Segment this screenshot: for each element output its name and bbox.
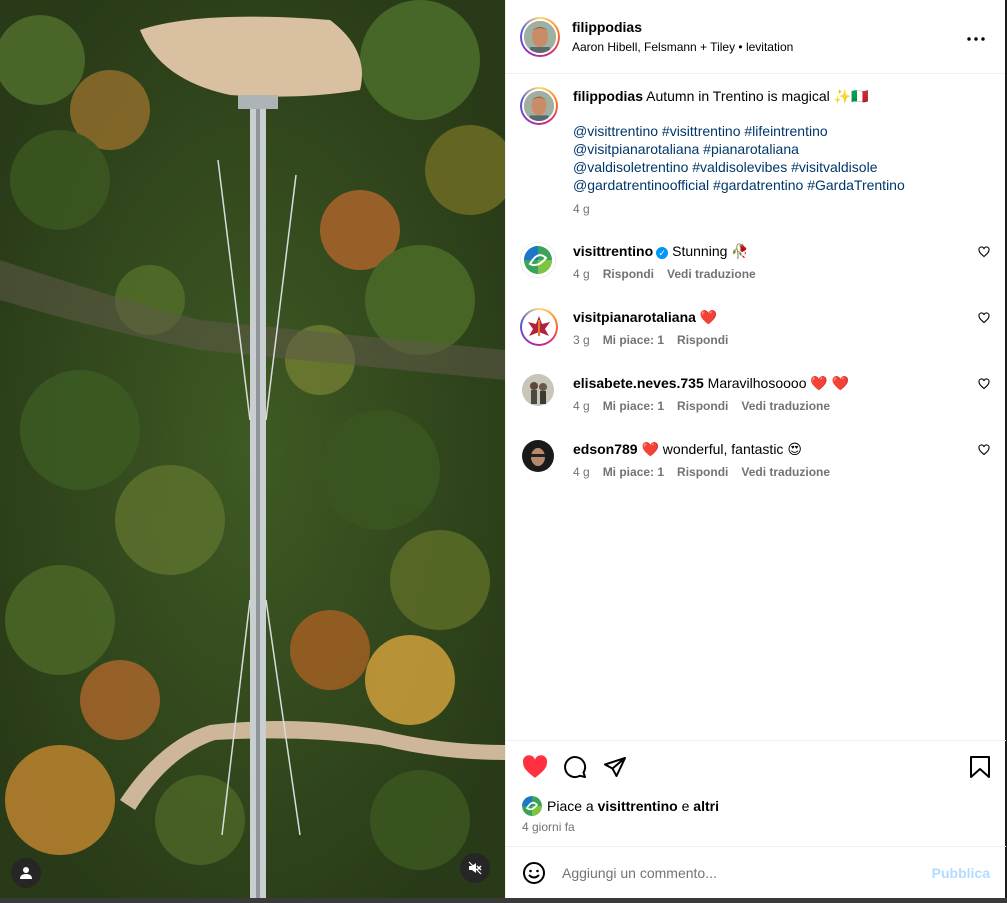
comment-time[interactable]: 4 g [573, 465, 590, 479]
likes-others-link[interactable]: altri [693, 798, 719, 814]
post-details-panel: filippodias Aaron Hibell, Felsmann + Til… [505, 0, 1006, 898]
hashtag-line[interactable]: @valdisoletrentino #valdisolevibes #visi… [573, 158, 990, 176]
share-paper-plane-icon[interactable] [603, 755, 627, 779]
publish-comment-button[interactable]: Pubblica [932, 865, 990, 881]
author-photo [524, 91, 554, 121]
caption-text: Autumn in Trentino is magical ✨🇮🇹 [646, 88, 869, 104]
like-comment-heart-icon[interactable] [978, 378, 990, 390]
aerial-bridge-image [0, 0, 505, 898]
see-translation-button[interactable]: Vedi traduzione [667, 267, 756, 281]
comment-bubble-icon[interactable] [563, 755, 587, 779]
comment-item: visittrentino ✓ Stunning 🥀 4 g Rispondi Ve… [520, 242, 990, 281]
more-horizontal-icon [967, 37, 985, 41]
commenter-photo [522, 440, 554, 472]
comment-like-count[interactable]: Mi piace: 1 [603, 333, 664, 347]
hashtag-line[interactable]: @visitpianarotaliana #pianarotaliana [573, 140, 990, 158]
likes-joiner: e [681, 798, 690, 814]
save-bookmark-icon[interactable] [969, 755, 991, 779]
like-comment-heart-icon[interactable] [978, 444, 990, 456]
author-photo [524, 20, 556, 53]
mute-button[interactable] [460, 853, 490, 883]
post-modal: filippodias Aaron Hibell, Felsmann + Til… [0, 0, 1007, 903]
caption-time[interactable]: 4 g [573, 202, 590, 216]
comment-like-count[interactable]: Mi piace: 1 [603, 465, 664, 479]
add-comment-input[interactable] [562, 864, 932, 881]
post-header: filippodias Aaron Hibell, Felsmann + Til… [506, 0, 1005, 74]
speaker-muted-icon [468, 861, 482, 875]
commenter-avatar[interactable] [520, 242, 556, 278]
verified-badge-icon: ✓ [656, 247, 669, 259]
likes-prefix: Piace a [547, 798, 594, 814]
visittrentino-logo [520, 242, 556, 278]
likes-summary: Piace a visittrentino e altri [522, 796, 719, 816]
tagged-users-button[interactable] [11, 858, 41, 888]
author-avatar[interactable] [520, 16, 560, 57]
comment-text: ❤️ wonderful, fantastic 😍 [641, 441, 802, 457]
comment-time[interactable]: 3 g [573, 333, 590, 347]
audio-track-link[interactable]: Aaron Hibell, Felsmann + Tiley • levitat… [572, 39, 793, 55]
comment-text: Stunning 🥀 [672, 243, 749, 259]
commenter-photo [522, 374, 554, 406]
likes-user-link[interactable]: visittrentino [598, 798, 678, 814]
comment-username[interactable]: visitpianarotaliana [573, 309, 696, 325]
pianarotaliana-logo [528, 316, 550, 336]
post-video[interactable] [0, 0, 505, 898]
hashtag-line[interactable]: @gardatrentinoofficial #gardatrentino #G… [573, 176, 990, 194]
comment-item: elisabete.neves.735 Maravilhosoooo ❤️ ❤️… [520, 374, 990, 413]
visittrentino-logo [522, 796, 542, 816]
see-translation-button[interactable]: Vedi traduzione [741, 399, 830, 413]
comment-item: visitpianarotaliana ❤️ 3 g Mi piace: 1 R… [520, 308, 990, 347]
reply-button[interactable]: Rispondi [603, 267, 654, 281]
caption-username[interactable]: filippodias [573, 88, 643, 104]
caption: filippodias Autumn in Trentino is magica… [520, 87, 990, 216]
comment-time[interactable]: 4 g [573, 267, 590, 281]
comment-like-count[interactable]: Mi piace: 1 [603, 399, 664, 413]
reply-button[interactable]: Rispondi [677, 399, 728, 413]
comment-username[interactable]: edson789 [573, 441, 638, 457]
background-strip [0, 898, 1007, 903]
like-comment-heart-icon[interactable] [978, 246, 990, 258]
author-username[interactable]: filippodias [572, 18, 793, 36]
like-comment-heart-icon[interactable] [978, 312, 990, 324]
reply-button[interactable]: Rispondi [677, 333, 728, 347]
caption-avatar[interactable] [520, 87, 558, 125]
comment-text: Maravilhosoooo ❤️ ❤️ [707, 375, 850, 391]
caption-hashtags: @visittrentino #visittrentino #lifeintre… [573, 122, 990, 194]
like-heart-icon[interactable] [522, 755, 548, 779]
commenter-avatar[interactable] [522, 440, 554, 472]
comment-item: edson789 ❤️ wonderful, fantastic 😍 4 g M… [520, 440, 990, 479]
reply-button[interactable]: Rispondi [677, 465, 728, 479]
hashtag-line[interactable]: @visittrentino #visittrentino #lifeintre… [573, 122, 990, 140]
post-date[interactable]: 4 giorni fa [522, 820, 575, 834]
comment-username[interactable]: elisabete.neves.735 [573, 375, 704, 391]
commenter-avatar[interactable] [520, 308, 558, 346]
user-icon [20, 867, 32, 879]
comment-time[interactable]: 4 g [573, 399, 590, 413]
emoji-smiley-icon[interactable] [522, 861, 546, 885]
comment-text: ❤️ [699, 309, 718, 325]
liker-avatar[interactable] [522, 796, 542, 816]
post-actions: Piace a visittrentino e altri 4 giorni f… [506, 740, 1006, 846]
commenter-avatar[interactable] [522, 374, 554, 406]
see-translation-button[interactable]: Vedi traduzione [741, 465, 830, 479]
comment-composer: Pubblica [506, 846, 1006, 898]
comments-list[interactable]: filippodias Autumn in Trentino is magica… [506, 74, 1006, 740]
more-options-button[interactable] [967, 26, 985, 44]
comment-username[interactable]: visittrentino [573, 243, 653, 259]
